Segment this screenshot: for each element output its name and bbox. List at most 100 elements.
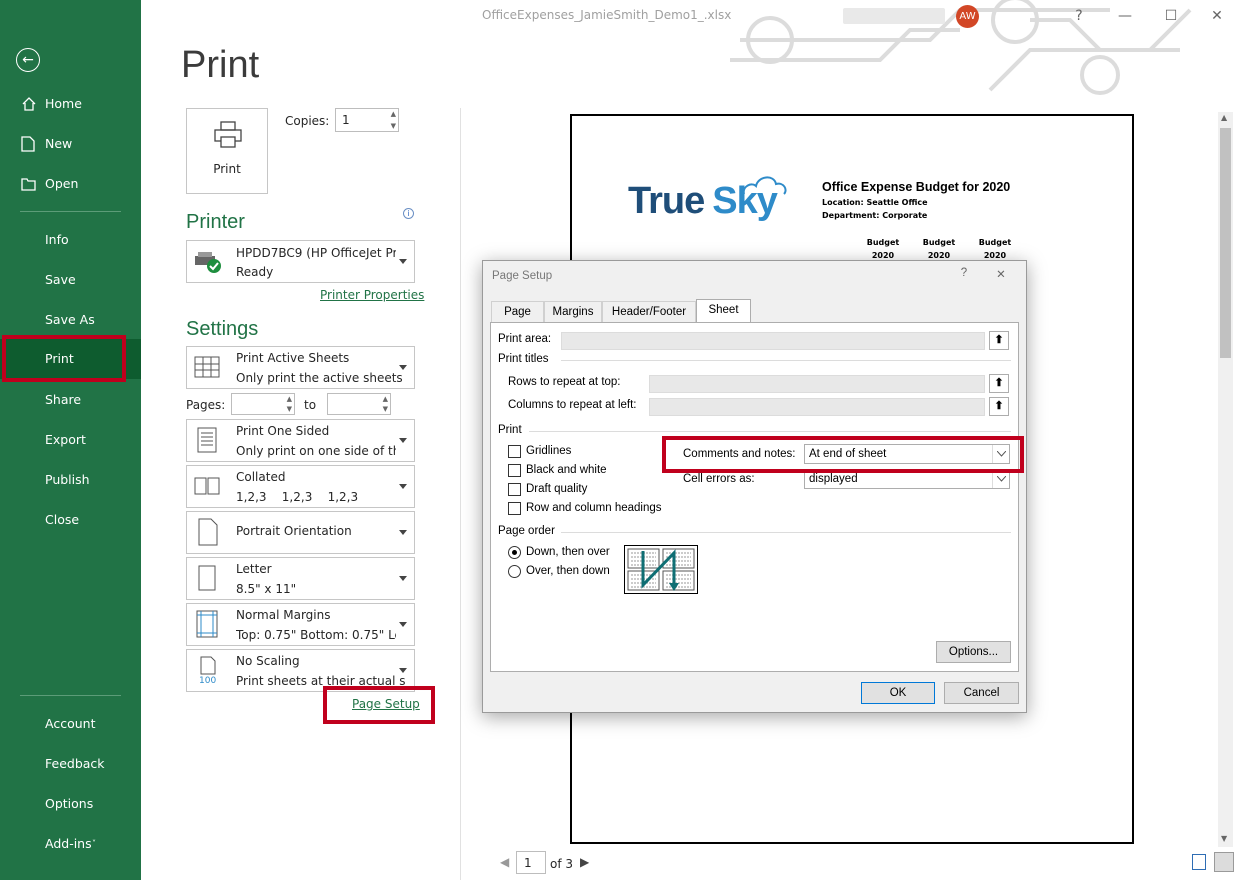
scroll-thumb[interactable] (1220, 128, 1231, 358)
spin-down-icon[interactable]: ▼ (391, 122, 396, 130)
chevron-down-icon (399, 530, 407, 535)
settings-heading: Settings (186, 318, 258, 341)
cell-errors-label: Cell errors as: (683, 473, 755, 485)
scroll-up-icon[interactable]: ▲ (1221, 113, 1227, 122)
nav-close[interactable]: Close (0, 500, 141, 540)
letter-paper-icon (193, 564, 221, 592)
nav-open[interactable]: Open (0, 164, 141, 204)
collapse-dialog-icon[interactable]: ⬆ (989, 331, 1009, 350)
gridlines-checkbox[interactable] (508, 445, 521, 458)
margins-dropdown[interactable]: Normal Margins Top: 0.75" Bottom: 0.75" … (186, 603, 415, 646)
nav-save[interactable]: Save (0, 260, 141, 300)
collation-dropdown[interactable]: Collated 1,2,3 1,2,3 1,2,3 (186, 465, 415, 508)
prev-page-icon[interactable]: ◀ (500, 855, 509, 869)
tab-header-footer[interactable]: Header/Footer (602, 301, 696, 322)
avatar[interactable]: AW (956, 5, 979, 28)
pages-to-label: to (304, 398, 316, 412)
print-button[interactable]: Print (186, 108, 268, 194)
back-button[interactable]: ← (16, 48, 40, 72)
info-icon[interactable]: i (403, 208, 414, 219)
draft-quality-checkbox[interactable] (508, 483, 521, 496)
paper-size-dropdown[interactable]: Letter 8.5" x 11" (186, 557, 415, 600)
collapse-dialog-icon[interactable]: ⬆ (989, 374, 1009, 393)
nav-account[interactable]: Account (0, 704, 141, 744)
print-area-field[interactable] (561, 332, 985, 350)
print-button-label: Print (187, 162, 267, 176)
page-number-input[interactable]: 1 (516, 851, 546, 874)
restore-button[interactable]: ☐ (1148, 0, 1194, 32)
sheet-tab-panel: Print area: ⬆ Print titles Rows to repea… (490, 322, 1019, 672)
minimize-button[interactable]: — (1102, 0, 1148, 32)
collapse-dialog-icon[interactable]: ⬆ (989, 397, 1009, 416)
nav-export[interactable]: Export (0, 420, 141, 460)
highlight-comments-notes (662, 436, 1024, 473)
sides-dropdown[interactable]: Print One Sided Only print on one side o… (186, 419, 415, 462)
copies-spinner[interactable]: 1 ▲▼ (335, 108, 399, 132)
user-name-redacted (843, 8, 945, 24)
nav-options[interactable]: Options (0, 784, 141, 824)
down-then-over-radio[interactable] (508, 546, 521, 559)
dialog-help-button[interactable]: ? (954, 267, 974, 279)
nav-save-as[interactable]: Save As (0, 300, 141, 340)
new-document-icon (21, 124, 39, 164)
orientation-dropdown[interactable]: Portrait Orientation (186, 511, 415, 554)
minimize-icon: — (1118, 8, 1132, 24)
cancel-button[interactable]: Cancel (944, 682, 1019, 704)
spin-down-icon[interactable]: ▼ (383, 405, 388, 413)
no-scaling-icon: 100 (193, 656, 221, 684)
spin-up-icon[interactable]: ▲ (391, 110, 396, 118)
nav-share[interactable]: Share (0, 380, 141, 420)
printer-icon (213, 121, 243, 149)
group-line (529, 431, 1011, 432)
print-titles-label: Print titles (498, 353, 549, 365)
nav-new[interactable]: New (0, 124, 141, 164)
dialog-close-button[interactable]: ✕ (991, 267, 1011, 281)
tab-sheet[interactable]: Sheet (696, 299, 751, 323)
print-what-dropdown[interactable]: Print Active Sheets Only print the activ… (186, 346, 415, 389)
printer-dropdown[interactable]: HPDD7BC9 (HP OfficeJet Pr... Ready (186, 240, 415, 283)
page-count: of 3 (550, 857, 573, 871)
nav-info[interactable]: Info (0, 220, 141, 260)
tab-page[interactable]: Page (491, 301, 544, 322)
rows-repeat-field[interactable] (649, 375, 985, 393)
close-window-button[interactable]: ✕ (1194, 0, 1240, 32)
help-button[interactable]: ? (1056, 0, 1102, 32)
printer-properties-link[interactable]: Printer Properties (320, 288, 424, 302)
tab-margins[interactable]: Margins (544, 301, 602, 322)
cols-repeat-field[interactable] (649, 398, 985, 416)
dialog-title: Page Setup (492, 270, 552, 282)
scroll-down-icon[interactable]: ▼ (1221, 834, 1227, 843)
page-title: Print (181, 44, 259, 87)
nav-add-ins[interactable]: Add-ins˅ (0, 824, 141, 864)
preview-scrollbar[interactable]: ▲ ▼ (1218, 112, 1233, 847)
chevron-down-icon (399, 484, 407, 489)
pages-label: Pages: (186, 398, 225, 412)
pages-from-spinner[interactable]: ▲▼ (231, 393, 295, 415)
page-setup-dialog: Page Setup ? ✕ Page Margins Header/Foote… (482, 260, 1027, 713)
zoom-to-page-icon[interactable] (1214, 852, 1234, 872)
nav-home[interactable]: Home (0, 84, 141, 124)
spin-down-icon[interactable]: ▼ (287, 405, 292, 413)
chevron-down-icon (399, 576, 407, 581)
options-button[interactable]: Options... (936, 641, 1011, 663)
preview-title: Office Expense Budget for 2020 (822, 180, 1010, 194)
next-page-icon[interactable]: ▶ (580, 855, 589, 869)
ok-button[interactable]: OK (861, 682, 935, 704)
nav-feedback[interactable]: Feedback (0, 744, 141, 784)
divider (460, 108, 461, 880)
copies-label: Copies: (285, 114, 329, 128)
printer-heading: Printer (186, 211, 245, 234)
show-margins-icon[interactable] (1192, 854, 1206, 870)
nav-publish[interactable]: Publish (0, 460, 141, 500)
pages-to-spinner[interactable]: ▲▼ (327, 393, 391, 415)
spin-up-icon[interactable]: ▲ (383, 395, 388, 403)
printer-name: HPDD7BC9 (HP OfficeJet Pr... (236, 246, 396, 260)
black-white-checkbox[interactable] (508, 464, 521, 477)
backstage-sidebar: ← Home New Open Info Save Save As Print … (0, 0, 141, 880)
spin-up-icon[interactable]: ▲ (287, 395, 292, 403)
sidebar-divider (20, 211, 121, 212)
print-group-label: Print (498, 424, 522, 436)
over-then-down-radio[interactable] (508, 565, 521, 578)
sidebar-divider (20, 695, 121, 696)
row-col-headings-checkbox[interactable] (508, 502, 521, 515)
